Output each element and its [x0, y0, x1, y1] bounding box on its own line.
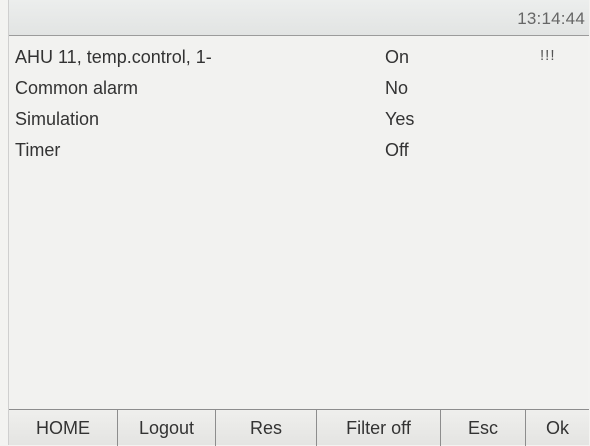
hmi-screen: 13:14:44 AHU 11, temp.control, 1- On !!!…: [8, 0, 589, 446]
point-name: AHU 11, temp.control, 1-: [15, 47, 212, 67]
logout-button[interactable]: Logout: [118, 410, 216, 446]
softkey-bar: HOME Logout Res Filter off Esc Ok: [9, 409, 589, 446]
clock-display: 13:14:44: [517, 9, 585, 28]
point-name: Timer: [15, 140, 61, 160]
list-item[interactable]: Simulation Yes: [9, 104, 589, 135]
point-value: Off: [385, 140, 409, 160]
list-item[interactable]: Timer Off: [9, 135, 589, 166]
filter-off-button[interactable]: Filter off: [317, 410, 441, 446]
list-item[interactable]: AHU 11, temp.control, 1- On !!!: [9, 42, 589, 73]
escape-button[interactable]: Esc: [441, 410, 526, 446]
alarm-indicator: !!!: [540, 47, 556, 64]
point-value: On: [385, 47, 410, 67]
home-button[interactable]: HOME: [9, 410, 118, 446]
point-list: AHU 11, temp.control, 1- On !!! Common a…: [9, 42, 589, 166]
point-value: Yes: [385, 109, 415, 129]
list-item[interactable]: Common alarm No: [9, 73, 589, 104]
point-name: Simulation: [15, 109, 100, 129]
point-name: Common alarm: [15, 78, 139, 98]
status-bar: 13:14:44: [9, 0, 589, 36]
reset-button[interactable]: Res: [216, 410, 317, 446]
ok-button[interactable]: Ok: [526, 410, 589, 446]
point-value: No: [385, 78, 409, 98]
